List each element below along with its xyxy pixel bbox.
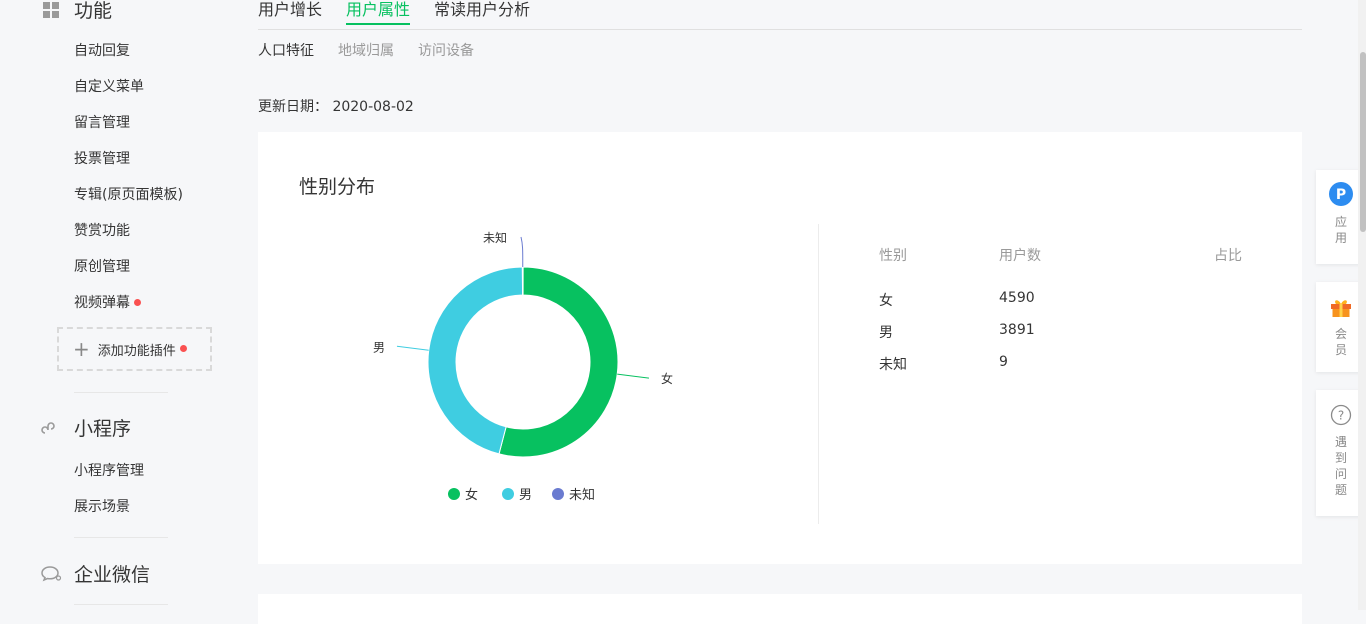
grid-icon [40,0,62,21]
legend-label: 男 [519,488,532,503]
sidebar-item-display-scene[interactable]: 展示场景 [74,496,130,516]
divider [74,537,168,538]
donut-slice-1[interactable] [427,266,524,455]
section-title: 企业微信 [74,564,151,586]
legend-item[interactable]: 女 [448,487,478,503]
section-wework[interactable]: 企业微信 [40,560,150,587]
svg-text:P: P [1336,187,1346,203]
legend-label: 未知 [569,487,595,503]
divider [74,392,168,393]
slice-label: 男 [373,340,385,354]
sidebar-item-miniprogram-manage[interactable]: 小程序管理 [74,460,144,480]
section-functions[interactable]: 功能 [40,0,112,23]
top-tabs: 用户增长 用户属性 常读用户分析 [258,0,1302,30]
sidebar-item-video-danmaku[interactable]: 视频弹幕 [74,292,141,312]
legend-swatch [502,488,514,500]
table-cell-count: 9 [999,354,1008,370]
tab-user-attributes[interactable]: 用户属性 [346,0,411,25]
legend-item[interactable]: 未知 [552,487,595,503]
chat-icon [40,563,62,585]
update-date: 更新日期： 2020-08-02 [258,96,414,116]
update-label: 更新日期： [258,99,328,115]
sidebar-item-comments[interactable]: 留言管理 [74,112,130,132]
table-cell-count: 3891 [999,322,1035,338]
scrollbar-thumb[interactable] [1360,52,1366,232]
table-cell-gender: 女 [879,293,893,309]
subtab-device[interactable]: 访问设备 [418,40,474,60]
legend-swatch [552,488,564,500]
add-plugin-button[interactable]: + 添加功能插件 [57,327,212,371]
gift-icon [1329,296,1353,322]
float-label: 会员 [1335,327,1348,357]
slice-label: 未知 [483,231,507,245]
sidebar: 功能 自动回复 自定义菜单 留言管理 投票管理 专辑(原页面模板) 赞赏功能 原… [0,0,240,610]
table-cell-gender: 未知 [879,357,907,373]
leader-line [617,373,650,379]
svg-text:?: ? [1338,409,1344,423]
section-title: 小程序 [74,418,132,440]
slice-label: 女 [661,371,673,386]
sidebar-item-auto-reply[interactable]: 自动回复 [74,40,130,60]
subtab-region[interactable]: 地域归属 [338,40,394,60]
table-header-ratio: 占比 [1214,248,1242,264]
sidebar-item-album[interactable]: 专辑(原页面模板) [74,184,183,204]
tab-frequent-readers[interactable]: 常读用户分析 [434,0,530,25]
gender-donut-chart: 女男未知女男未知 [373,231,673,503]
sidebar-item-votes[interactable]: 投票管理 [74,148,130,168]
p-icon: P [1329,182,1353,210]
question-icon: ? [1330,404,1352,430]
leader-line [520,236,524,268]
donut-slice-2[interactable] [521,266,524,296]
update-value: 2020-08-02 [332,99,414,115]
notification-dot [134,298,141,306]
legend-item[interactable]: 男 [502,488,532,503]
section-miniprogram[interactable]: 小程序 [40,414,131,441]
card-title: 性别分布 [299,176,376,198]
table-cell-count: 4590 [999,290,1035,306]
miniprogram-icon [40,417,62,439]
divider [74,604,168,605]
add-plugin-label: 添加功能插件 [97,343,176,359]
sidebar-item-label: 视频弹幕 [74,295,130,311]
leader-line [396,345,429,351]
notification-dot [179,344,187,352]
sidebar-item-custom-menu[interactable]: 自定义菜单 [74,76,144,96]
tab-user-growth[interactable]: 用户增长 [258,0,322,25]
subtab-demographics[interactable]: 人口特征 [258,40,314,60]
float-label: 遇到问题 [1335,435,1348,497]
sidebar-item-reward[interactable]: 赞赏功能 [74,220,130,240]
plus-icon: + [73,337,90,361]
float-label: 应用 [1335,215,1348,245]
table-header-gender: 性别 [879,248,907,264]
divider [818,224,819,524]
table-cell-gender: 男 [879,325,893,341]
legend-swatch [448,488,460,500]
section-title: 功能 [74,0,113,22]
legend-label: 女 [465,487,478,503]
sidebar-item-original[interactable]: 原创管理 [74,256,130,276]
table-header-count: 用户数 [999,248,1041,264]
gender-card: 性别分布 女男未知女男未知 性别 用户数 占比 女 4590 男 3891 未知… [258,132,1302,564]
next-card [258,594,1302,624]
